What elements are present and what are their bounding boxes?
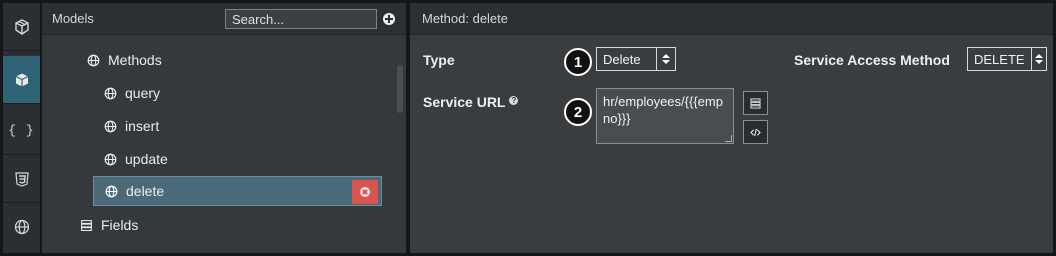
remove-icon <box>360 187 370 197</box>
fields-icon <box>81 219 92 231</box>
rail-code-button[interactable]: { } <box>3 107 40 155</box>
rail-globe-button[interactable] <box>3 203 40 251</box>
globe-icon <box>87 54 100 66</box>
code-view-button[interactable] <box>743 120 768 144</box>
service-access-method-select[interactable]: DELETE <box>967 47 1047 71</box>
select-arrows-icon <box>656 48 675 70</box>
tree-item-update[interactable]: update <box>104 144 168 174</box>
globe-icon <box>104 120 117 132</box>
service-access-method-label: Service Access Method <box>794 52 950 68</box>
type-select[interactable]: Delete <box>596 47 676 71</box>
rail-model-button[interactable] <box>3 56 40 104</box>
method-title: Method: delete <box>422 11 509 26</box>
models-panel: Models Methods query <box>42 3 406 253</box>
search-input[interactable] <box>225 9 377 29</box>
globe-icon <box>104 153 117 165</box>
callout-1: 1 <box>564 48 592 76</box>
add-model-icon[interactable] <box>383 13 395 25</box>
method-panel: Method: delete Type Delete Service Acces… <box>410 3 1053 253</box>
fields-label: Fields <box>101 217 139 233</box>
tree-methods[interactable]: Methods <box>87 45 162 75</box>
globe-icon <box>105 185 118 197</box>
access-value: DELETE <box>974 51 1025 67</box>
tree-item-query[interactable]: query <box>104 78 160 108</box>
tree-item-label: query <box>125 85 161 101</box>
tree-fields[interactable]: Fields <box>80 210 138 240</box>
app-frame: { } Models Search... Methods query inser… <box>0 0 1056 256</box>
rail-cube-button[interactable] <box>3 3 40 51</box>
model-icon <box>15 73 28 86</box>
left-rail: { } <box>3 3 40 253</box>
tree-item-insert[interactable]: insert <box>104 111 159 141</box>
code-icon <box>750 128 761 136</box>
list-view-button[interactable] <box>743 91 768 115</box>
callout-2: 2 <box>564 98 592 126</box>
type-value: Delete <box>603 51 641 67</box>
method-header: Method: delete <box>410 3 1053 35</box>
list-icon <box>750 97 761 109</box>
curly-braces-icon: { } <box>8 123 35 138</box>
help-icon[interactable]: ? <box>509 96 519 105</box>
service-url-field[interactable]: hr/employees/{{{empno}}} <box>596 88 734 144</box>
models-title: Models <box>52 11 94 26</box>
rail-css-button[interactable] <box>3 155 40 203</box>
delete-method-button[interactable] <box>352 180 378 204</box>
tree-item-label: insert <box>125 118 160 134</box>
models-header: Models <box>42 3 406 35</box>
type-label: Type <box>423 52 455 68</box>
service-url-label: Service URL? <box>423 94 519 110</box>
tree-item-label: delete <box>126 183 165 199</box>
tree-item-delete[interactable]: delete <box>93 176 382 206</box>
tree-item-label: update <box>125 151 168 167</box>
methods-label: Methods <box>108 52 162 68</box>
resize-handle-icon[interactable] <box>725 135 732 142</box>
globe-icon <box>14 219 29 235</box>
service-url-text: Service URL <box>423 94 506 110</box>
css-icon <box>14 171 29 187</box>
cube-icon <box>14 18 29 35</box>
tree-scrollbar[interactable] <box>397 65 403 113</box>
globe-icon <box>104 87 117 99</box>
select-arrows-icon <box>1030 48 1046 70</box>
service-url-value: hr/employees/{{{empno}}} <box>603 94 723 126</box>
